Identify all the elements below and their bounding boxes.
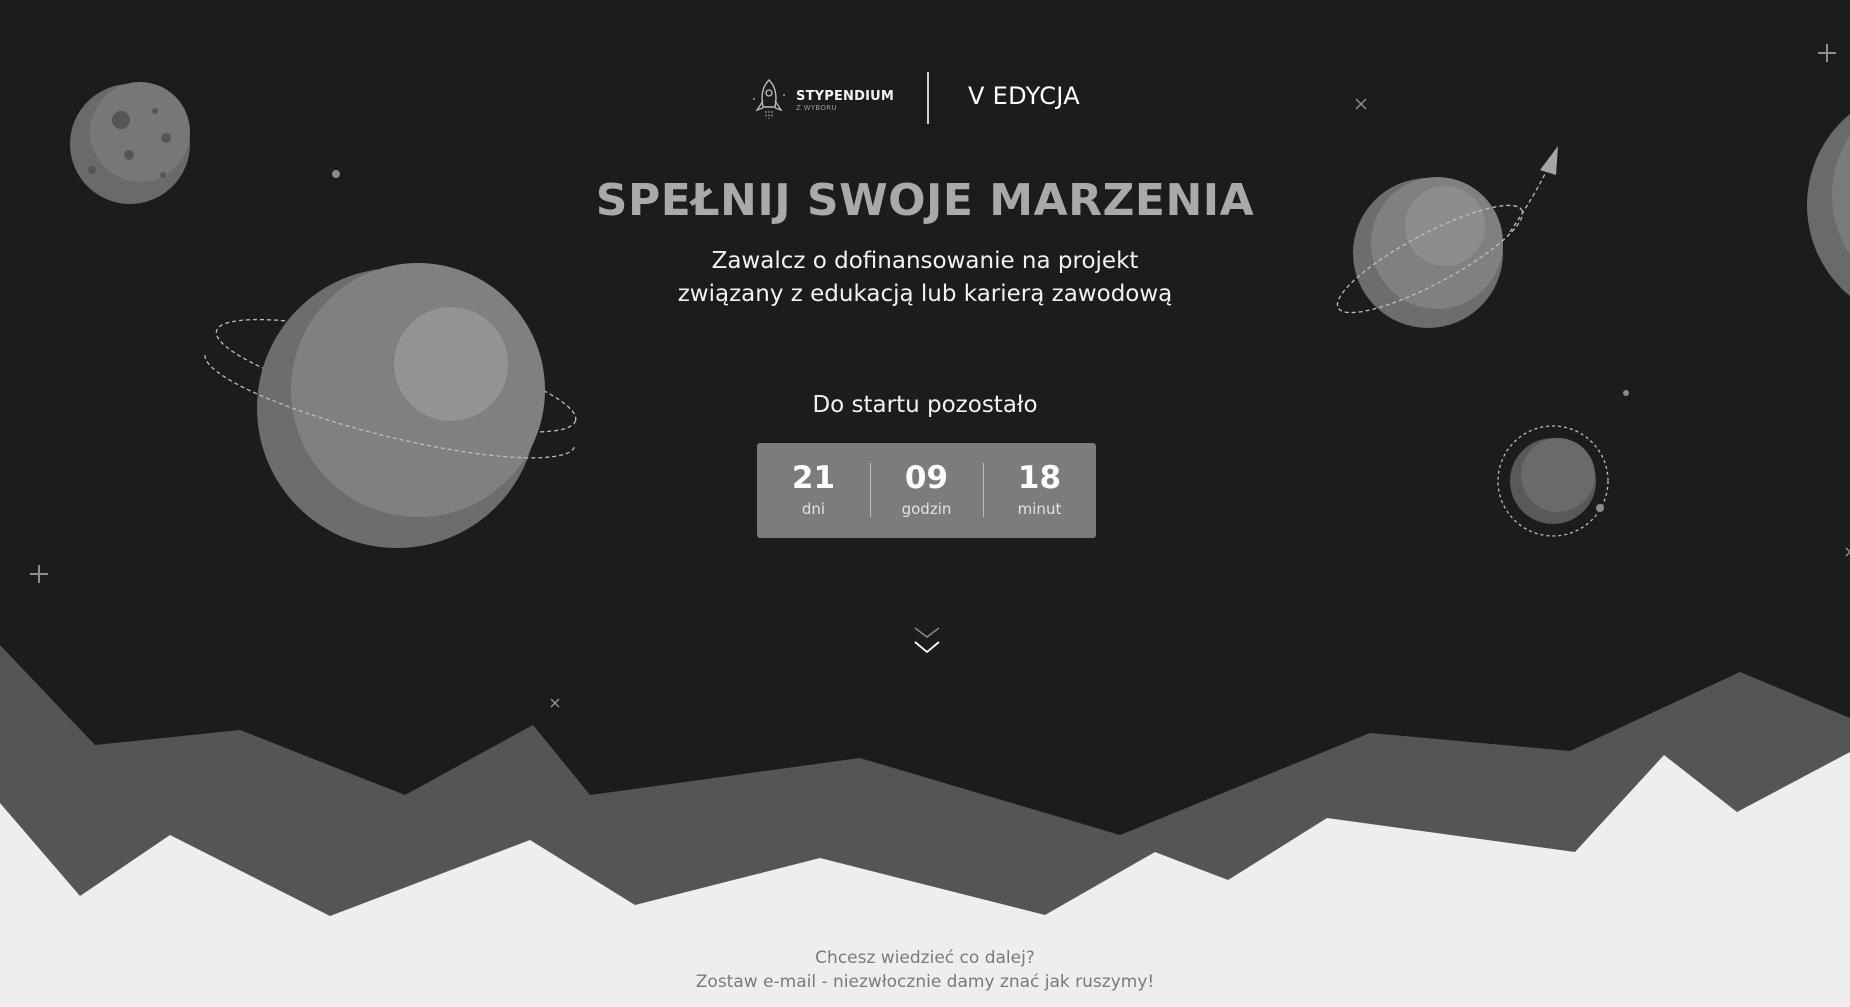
countdown-minutes-value: 18 — [1017, 460, 1062, 496]
brand-name: STYPENDIUM — [796, 89, 895, 104]
countdown-minutes-unit: minut — [1017, 500, 1062, 518]
countdown-hours-value: 09 — [904, 460, 949, 496]
countdown-days-value: 21 — [791, 460, 836, 496]
brand-logo[interactable]: STYPENDIUM Z WYBORU — [750, 78, 900, 124]
edition-label: V EDYCJA — [968, 82, 1080, 110]
header-divider — [927, 72, 929, 124]
footer-question: Chcesz wiedzieć co dalej? — [815, 948, 1035, 968]
brand-subtitle: Z WYBORU — [796, 104, 837, 112]
countdown-timer: 21 dni 09 godzin 18 minut — [757, 443, 1096, 538]
small-planet-right — [1497, 425, 1609, 537]
rocket-icon — [750, 77, 788, 126]
countdown-hours-unit: godzin — [901, 500, 952, 518]
countdown-days-unit: dni — [801, 500, 826, 518]
countdown-label: Do startu pozostało — [812, 392, 1038, 418]
footer-cta: Zostaw e-mail - niezwłocznie damy znać j… — [695, 972, 1155, 992]
subtitle-line-2: związany z edukacją lub karierą zawodową — [677, 281, 1173, 307]
countdown-hours: 09 godzin — [870, 443, 983, 538]
page-title: SPEŁNIJ SWOJE MARZENIA — [595, 175, 1255, 226]
subtitle-line-1: Zawalcz o dofinansowanie na projekt — [711, 248, 1139, 274]
countdown-minutes: 18 minut — [983, 443, 1096, 538]
chevron-down-icon[interactable] — [912, 625, 942, 659]
countdown-days: 21 dni — [757, 443, 870, 538]
